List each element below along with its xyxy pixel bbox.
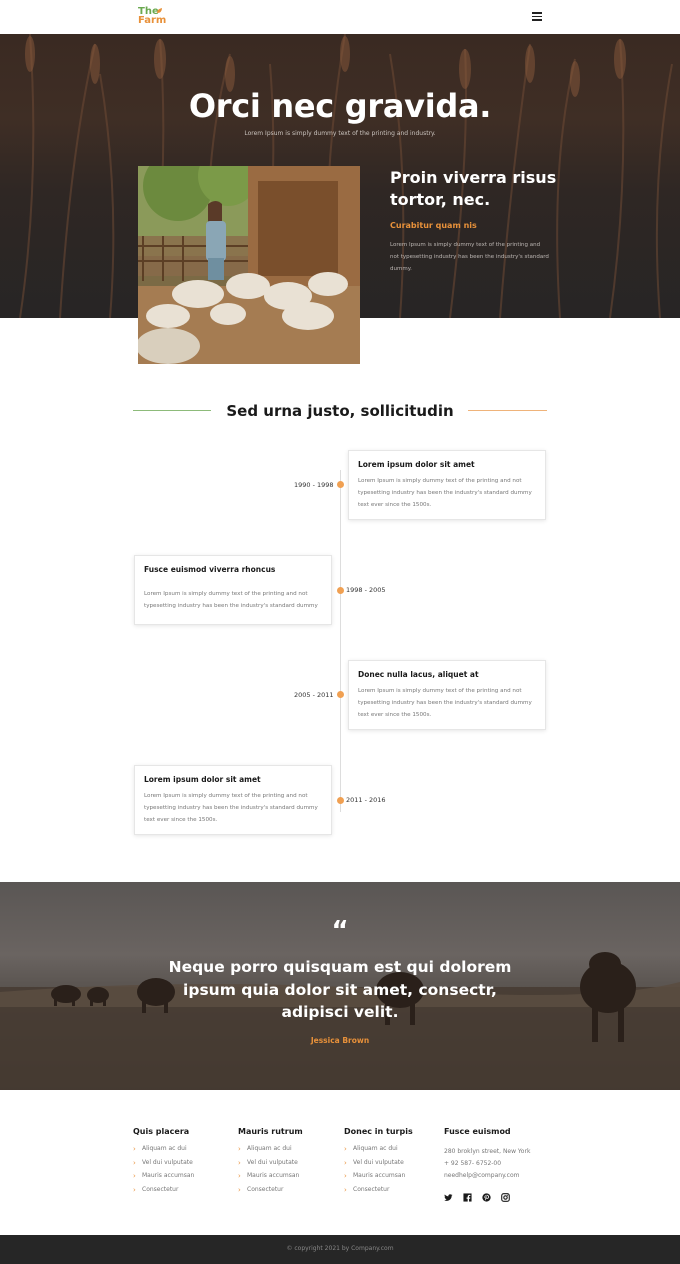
leaf-icon — [157, 8, 162, 13]
timeline-card-title: Lorem ipsum dolor sit amet — [144, 775, 261, 784]
hamburger-icon[interactable] — [532, 12, 542, 21]
footer-link-label: Mauris accumsan — [247, 1172, 300, 1179]
hero-title: Orci nec gravida. — [188, 87, 492, 125]
footer-link[interactable]: › Aliquam ac dui — [238, 1145, 303, 1159]
footer-link-label: Aliquam ac dui — [247, 1145, 292, 1152]
footer-link[interactable]: › Vel dui vulputate — [133, 1159, 194, 1173]
footer-link-label: Mauris accumsan — [142, 1172, 195, 1179]
feature-subtitle: Curabitur quam nis — [390, 221, 477, 230]
chevron-right-icon: › — [238, 1145, 241, 1153]
timeline-card: Lorem ipsum dolor sit amet Lorem Ipsum i… — [134, 765, 332, 835]
footer-link[interactable]: › Mauris accumsan — [238, 1172, 303, 1186]
timeline-dot — [337, 691, 344, 698]
timeline-date: 1998 - 2005 — [346, 586, 386, 594]
footer-link[interactable]: › Aliquam ac dui — [133, 1145, 194, 1159]
footer-column: Donec in turpis › Aliquam ac dui › Vel dui… — [344, 1127, 413, 1199]
footer-link[interactable]: › Mauris accumsan — [344, 1172, 413, 1186]
footer-link[interactable]: › Consectetur — [238, 1186, 303, 1200]
footer-link-label: Consectetur — [353, 1185, 390, 1193]
chevron-right-icon: › — [238, 1158, 241, 1167]
timeline-dot — [337, 587, 344, 594]
timeline-card-title: Lorem ipsum dolor sit amet — [358, 460, 475, 469]
facebook-icon[interactable] — [463, 1187, 472, 1202]
chevron-right-icon: › — [133, 1172, 136, 1180]
chevron-right-icon: › — [344, 1172, 347, 1180]
chevron-right-icon: › — [133, 1145, 136, 1153]
testimonial-quote: Neque porro quisquam est qui dolorem ips… — [168, 958, 512, 1021]
footer-link[interactable]: › Aliquam ac dui — [344, 1145, 413, 1159]
footer-link-label: Mauris accumsan — [353, 1172, 406, 1179]
footer-column-heading: Donec in turpis — [344, 1127, 413, 1136]
timeline-card-text: Lorem Ipsum is simply dummy text of the … — [358, 478, 532, 508]
copyright-bar: © copyright 2021 by Company.com — [0, 1235, 680, 1264]
instagram-icon[interactable] — [501, 1187, 510, 1202]
timeline-card-text: Lorem Ipsum is simply dummy text of the … — [358, 688, 532, 718]
timeline-card-text: Lorem Ipsum is simply dummy text of the … — [144, 591, 318, 609]
top-nav: The Farm — [0, 0, 680, 34]
footer-link[interactable]: › Consectetur — [133, 1186, 194, 1200]
footer-link[interactable]: › Vel dui vulputate — [344, 1159, 413, 1173]
timeline-card: Lorem ipsum dolor sit amet Lorem Ipsum i… — [348, 450, 546, 520]
chevron-right-icon: › — [344, 1185, 347, 1194]
contact-email[interactable]: needhelp@company.com — [444, 1172, 530, 1184]
logo[interactable]: The Farm — [138, 7, 167, 26]
timeline-date: 2005 - 2011 — [294, 691, 334, 699]
footer-link-label: Vel dui vulputate — [142, 1158, 193, 1166]
footer-column-heading: Fusce euismod — [444, 1127, 511, 1136]
footer-column-heading: Mauris rutrum — [238, 1127, 303, 1136]
footer-link[interactable]: › Mauris accumsan — [133, 1172, 194, 1186]
timeline-card: Donec nulla lacus, aliquet at Lorem Ipsu… — [348, 660, 546, 730]
footer-link-label: Vel dui vulputate — [247, 1158, 298, 1166]
timeline-card-title: Donec nulla lacus, aliquet at — [358, 670, 479, 679]
footer-link[interactable]: › Consectetur — [344, 1186, 413, 1200]
quote-icon: “ — [331, 916, 349, 946]
farm-photo — [138, 166, 360, 364]
pinterest-icon[interactable] — [482, 1187, 491, 1202]
feature-title: Proin viverra risus tortor, nec. — [390, 168, 557, 209]
chevron-right-icon: › — [238, 1185, 241, 1194]
heading-rule-right — [468, 410, 547, 411]
footer-link-label: Aliquam ac dui — [353, 1145, 398, 1152]
testimonial-section: “ Neque porro quisquam est qui dolorem i… — [0, 882, 680, 1090]
contact-address: 280 broklyn street, New York — [444, 1148, 531, 1155]
timeline-date: 1990 - 1998 — [294, 481, 334, 489]
hero-subtitle: Lorem Ipsum is simply dummy text of the … — [244, 130, 436, 137]
social-links — [444, 1187, 510, 1202]
timeline-dot — [337, 481, 344, 488]
timeline-card: Fusce euismod viverra rhoncus Lorem Ipsu… — [134, 555, 332, 625]
chevron-right-icon: › — [238, 1172, 241, 1180]
chevron-right-icon: › — [133, 1158, 136, 1167]
contact-phone[interactable]: + 92 587- 6752-00 — [444, 1160, 530, 1172]
timeline-line — [340, 470, 341, 812]
footer-column: Quis placera › Aliquam ac dui › Vel dui vu… — [133, 1127, 194, 1199]
timeline-card-text: Lorem Ipsum is simply dummy text of the … — [144, 793, 318, 823]
chevron-right-icon: › — [344, 1158, 347, 1167]
footer-link-label: Consectetur — [247, 1185, 284, 1193]
timeline-card-title: Fusce euismod viverra rhoncus — [144, 565, 276, 574]
footer-link[interactable]: › Vel dui vulputate — [238, 1159, 303, 1173]
timeline-dot — [337, 797, 344, 804]
twitter-icon[interactable] — [444, 1187, 453, 1201]
copyright-text: © copyright 2021 by Company.com — [286, 1245, 394, 1252]
timeline-date: 2011 - 2016 — [346, 796, 386, 804]
chevron-right-icon: › — [133, 1185, 136, 1194]
footer-link-label: Aliquam ac dui — [142, 1145, 187, 1152]
feature-text: Lorem Ipsum is simply dummy text of the … — [390, 242, 549, 272]
footer-contact: Fusce euismod 280 broklyn street, New Yo… — [444, 1127, 530, 1184]
footer-link-label: Consectetur — [142, 1185, 179, 1193]
footer-column: Mauris rutrum › Aliquam ac dui › Vel dui v… — [238, 1127, 303, 1199]
footer-column-heading: Quis placera — [133, 1127, 190, 1136]
chevron-right-icon: › — [344, 1145, 347, 1153]
footer-link-label: Vel dui vulputate — [353, 1158, 404, 1166]
timeline-heading: Sed urna justo, sollicitudin — [226, 402, 454, 420]
logo-line2: Farm — [138, 15, 167, 26]
testimonial-author: Jessica Brown — [310, 1036, 370, 1045]
